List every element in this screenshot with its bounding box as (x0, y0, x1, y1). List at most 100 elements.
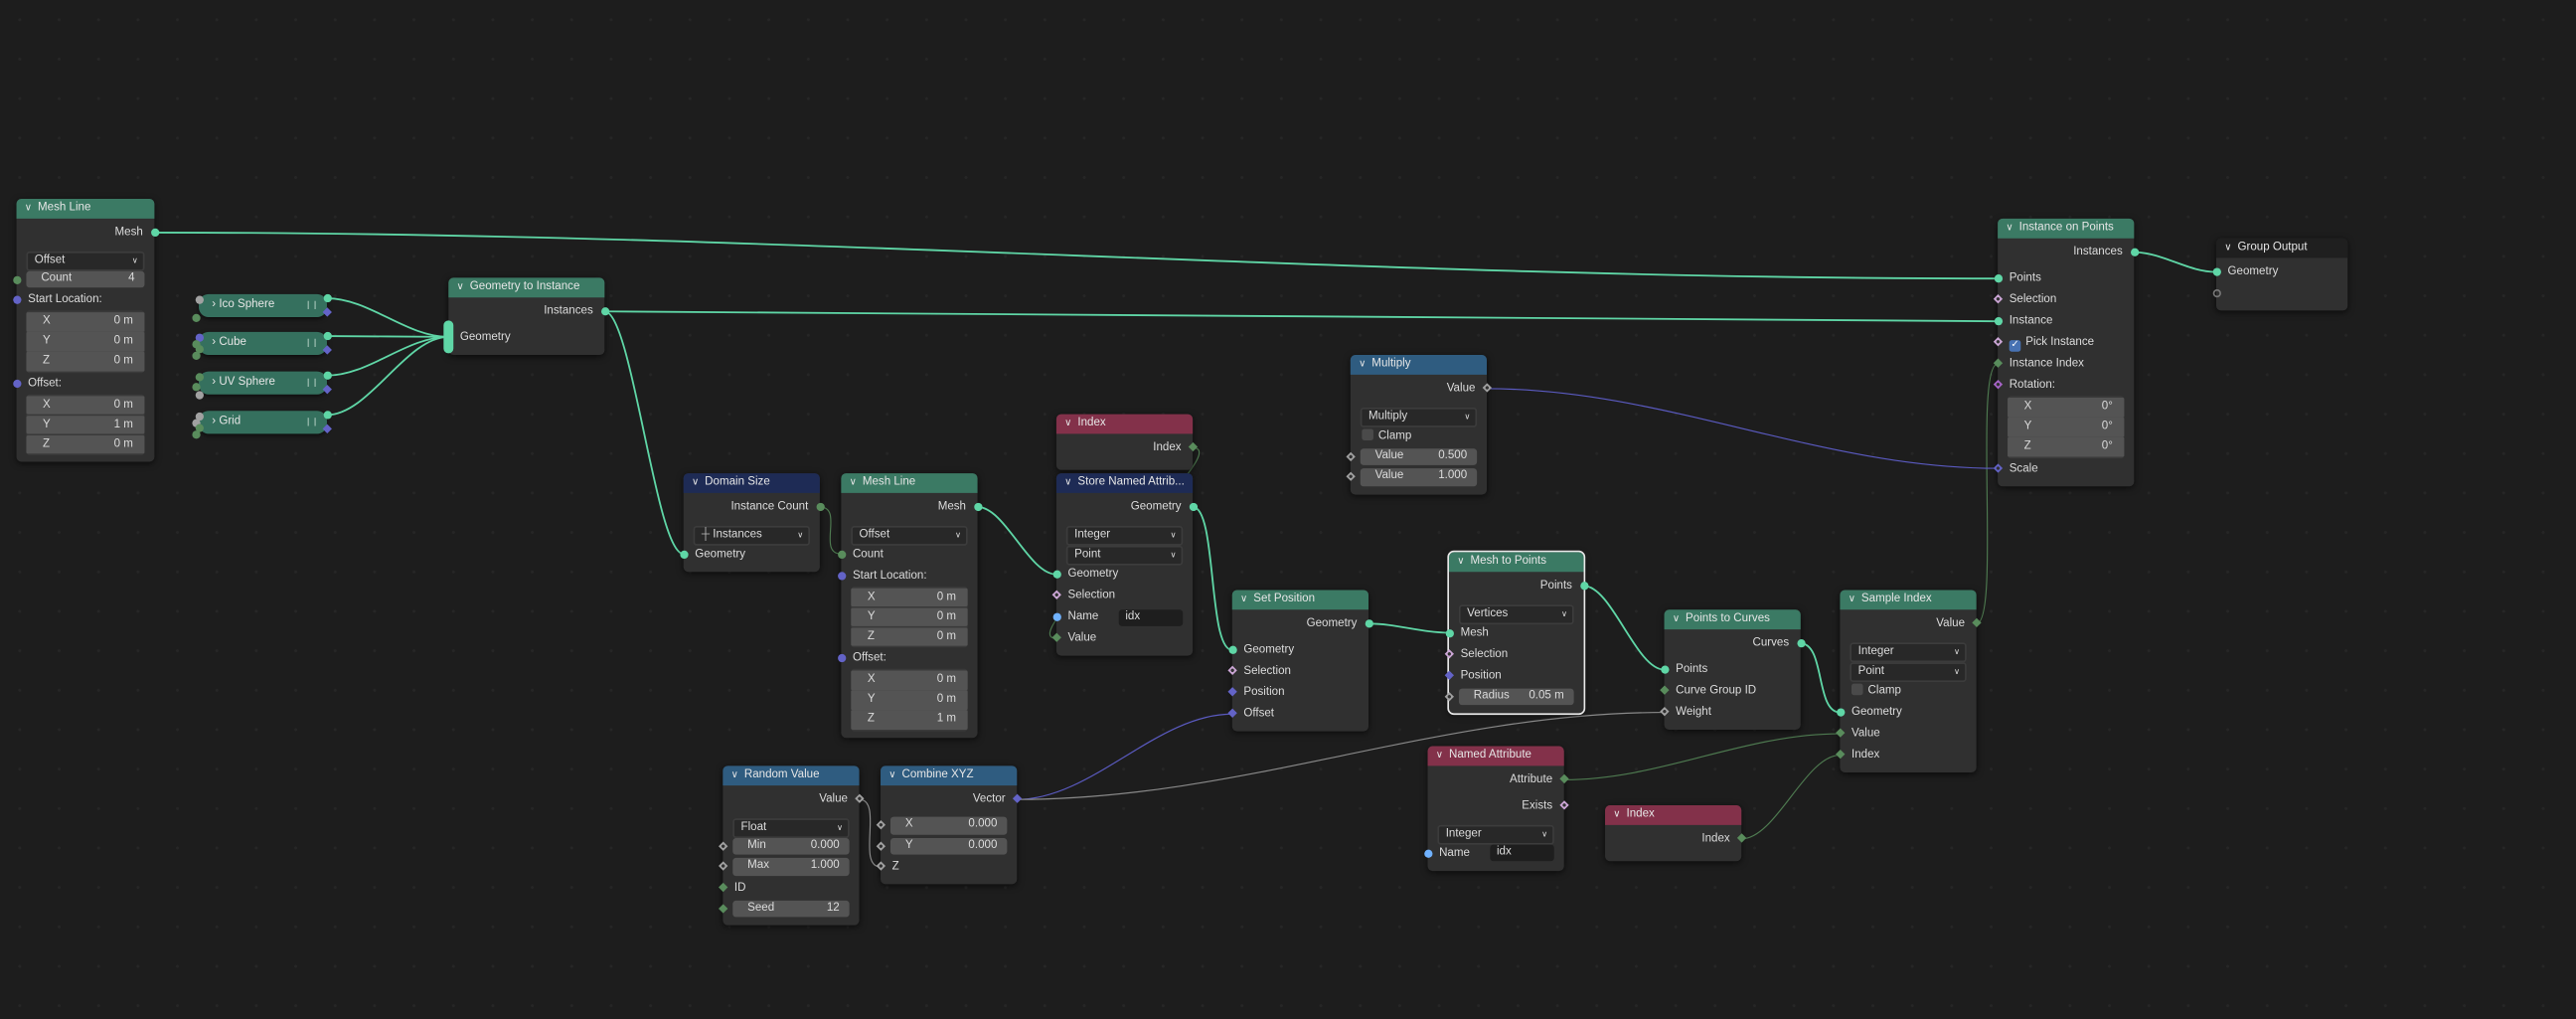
dropdown-select[interactable]: ┼ Instances ∨ (693, 525, 810, 545)
chevron-down-icon[interactable]: ∨ (1849, 590, 1861, 609)
name-text-input[interactable]: idx (1118, 608, 1184, 625)
index-1-node[interactable]: ∨ Index Index (1055, 414, 1199, 470)
chevron-down-icon[interactable]: ∨ (25, 199, 38, 219)
geo-socket[interactable] (1188, 502, 1198, 512)
number-field[interactable]: Count 4 (26, 269, 145, 288)
node-link[interactable] (1368, 622, 1449, 634)
set-position-node[interactable]: ∨ Set Position Geometry Geometry Selection Po… (1226, 590, 1373, 732)
chevron-down-icon[interactable]: ∨ (1359, 355, 1371, 375)
node-header[interactable]: ∨ Domain Size (683, 473, 820, 493)
geo-socket[interactable] (1796, 639, 1805, 648)
geo-socket[interactable] (679, 549, 688, 559)
vector-component-field[interactable]: X 0 m (851, 587, 968, 606)
float-socket[interactable] (1345, 451, 1356, 462)
vector-component-field[interactable]: X 0 m (26, 395, 145, 415)
node-link[interactable] (326, 297, 449, 338)
bool-socket[interactable] (1558, 800, 1569, 811)
chevron-down-icon[interactable]: ∨ (692, 473, 705, 493)
instance-on-points-node[interactable]: ∨ Instance on Points Instances Points Select… (1993, 218, 2139, 486)
node-header[interactable]: ∨ Random Value (723, 765, 860, 786)
geo-socket[interactable] (1051, 570, 1061, 579)
geo-socket[interactable] (600, 307, 609, 316)
vector-component-field[interactable]: Y 0° (2008, 417, 2125, 436)
node-link[interactable] (1583, 585, 1665, 671)
int-socket[interactable] (1835, 750, 1846, 761)
checkbox[interactable]: ✓ (2009, 340, 2021, 352)
geo-socket[interactable] (1227, 645, 1236, 654)
node-link[interactable] (1741, 754, 1841, 840)
vec-socket[interactable] (1226, 687, 1237, 698)
points-to-curves-node[interactable]: ∨ Points to Curves Curves Points Curve Group… (1659, 609, 1805, 730)
geo-socket[interactable] (150, 228, 159, 238)
node-header[interactable]: ∨ Mesh Line (841, 473, 978, 493)
dropdown-select[interactable]: Integer ∨ (1437, 824, 1554, 844)
number-field[interactable]: Radius 0.05 m (1458, 687, 1574, 706)
dropdown-select[interactable]: Integer ∨ (1065, 525, 1184, 545)
number-field[interactable]: Max 1.000 (732, 857, 850, 876)
bool-socket[interactable] (1993, 337, 2004, 348)
chevron-down-icon[interactable]: ∨ (1613, 805, 1626, 825)
number-field[interactable]: Min 0.000 (732, 837, 850, 855)
vec-socket[interactable] (837, 571, 846, 580)
mesh-line-2-node[interactable]: ∨ Mesh Line Mesh Offset ∨ Count Start Location… (837, 473, 982, 738)
float-socket[interactable] (718, 841, 728, 852)
int-socket[interactable] (192, 351, 201, 361)
vector-component-field[interactable]: Z 0 m (26, 434, 145, 454)
vector-component-field[interactable]: Y 0 m (851, 690, 968, 710)
int-socket[interactable] (192, 430, 201, 439)
number-field[interactable]: X 0.000 (889, 816, 1008, 834)
vector-component-field[interactable]: X 0 m (26, 312, 145, 332)
int-socket[interactable] (1835, 728, 1846, 740)
node-link[interactable] (604, 310, 684, 555)
index-2-node[interactable]: ∨ Index Index (1605, 804, 1747, 862)
node-header[interactable]: ∨ Index (1605, 804, 1742, 825)
bool-socket[interactable] (1993, 294, 2004, 305)
vector-component-field[interactable]: X 0 m (851, 670, 968, 690)
geo-socket[interactable] (443, 320, 454, 354)
vec-socket[interactable] (1993, 462, 2004, 474)
int-socket[interactable] (718, 882, 728, 893)
dropdown-select[interactable]: Multiply ∨ (1360, 407, 1478, 426)
bool-socket[interactable] (1226, 666, 1237, 677)
domain-size-node[interactable]: ∨ Domain Size Instance Count ┼ Instances ∨ Ge… (679, 473, 825, 572)
dropdown-select[interactable]: Float ∨ (732, 817, 850, 838)
float-socket[interactable] (875, 820, 886, 831)
checkbox[interactable] (1851, 683, 1863, 696)
geo-socket[interactable] (322, 411, 332, 420)
combine-xyz-node[interactable]: ∨ Combine XYZ Vector X 0.000 Y 0.000 Z (875, 765, 1023, 885)
uv-sphere-group-node[interactable]: › UV Sphere ❙❙ (192, 371, 333, 400)
vector-component-field[interactable]: Y 1 m (26, 415, 145, 434)
chevron-down-icon[interactable]: ∨ (888, 765, 901, 785)
vec-socket[interactable] (321, 384, 333, 396)
bool-socket[interactable] (1050, 591, 1062, 601)
int-socket[interactable] (1993, 359, 2004, 370)
chevron-down-icon[interactable]: ∨ (2224, 239, 2237, 258)
dropdown-select[interactable]: Offset ∨ (26, 251, 145, 270)
float-socket[interactable] (1481, 383, 1493, 395)
int-socket[interactable] (1558, 774, 1569, 785)
node-link[interactable] (1017, 713, 1232, 800)
node-link[interactable] (326, 335, 449, 338)
node-link[interactable] (1800, 642, 1841, 714)
dropdown-select[interactable]: Vertices ∨ (1458, 603, 1574, 624)
dropdown-select[interactable]: Integer ∨ (1850, 641, 1967, 662)
chevron-down-icon[interactable]: ∨ (2006, 219, 2018, 239)
float-socket[interactable] (718, 861, 728, 873)
named-attribute-node[interactable]: ∨ Named Attribute Attribute Exists Integer ∨ N… (1423, 746, 1569, 871)
vec-socket[interactable] (12, 379, 21, 388)
sample-index-node[interactable]: ∨ Sample Index Value Integer ∨ Point ∨ Clamp Geo… (1835, 590, 1982, 772)
node-link[interactable] (326, 335, 449, 417)
geo-socket[interactable] (1660, 665, 1669, 674)
chevron-down-icon[interactable]: ∨ (1064, 415, 1077, 434)
int-socket[interactable] (1187, 442, 1199, 453)
geo-socket[interactable] (2211, 267, 2221, 276)
node-header[interactable]: ∨ Mesh to Points (1448, 552, 1584, 573)
vector-component-field[interactable]: X 0° (2008, 398, 2125, 418)
node-link[interactable] (859, 798, 882, 868)
int-socket[interactable] (1659, 685, 1670, 697)
geo-socket[interactable] (1444, 628, 1454, 637)
geo-socket[interactable] (2130, 248, 2139, 256)
node-header[interactable]: ∨ Sample Index (1840, 590, 1977, 610)
int-socket[interactable] (192, 382, 201, 391)
geo-socket[interactable] (322, 371, 332, 380)
